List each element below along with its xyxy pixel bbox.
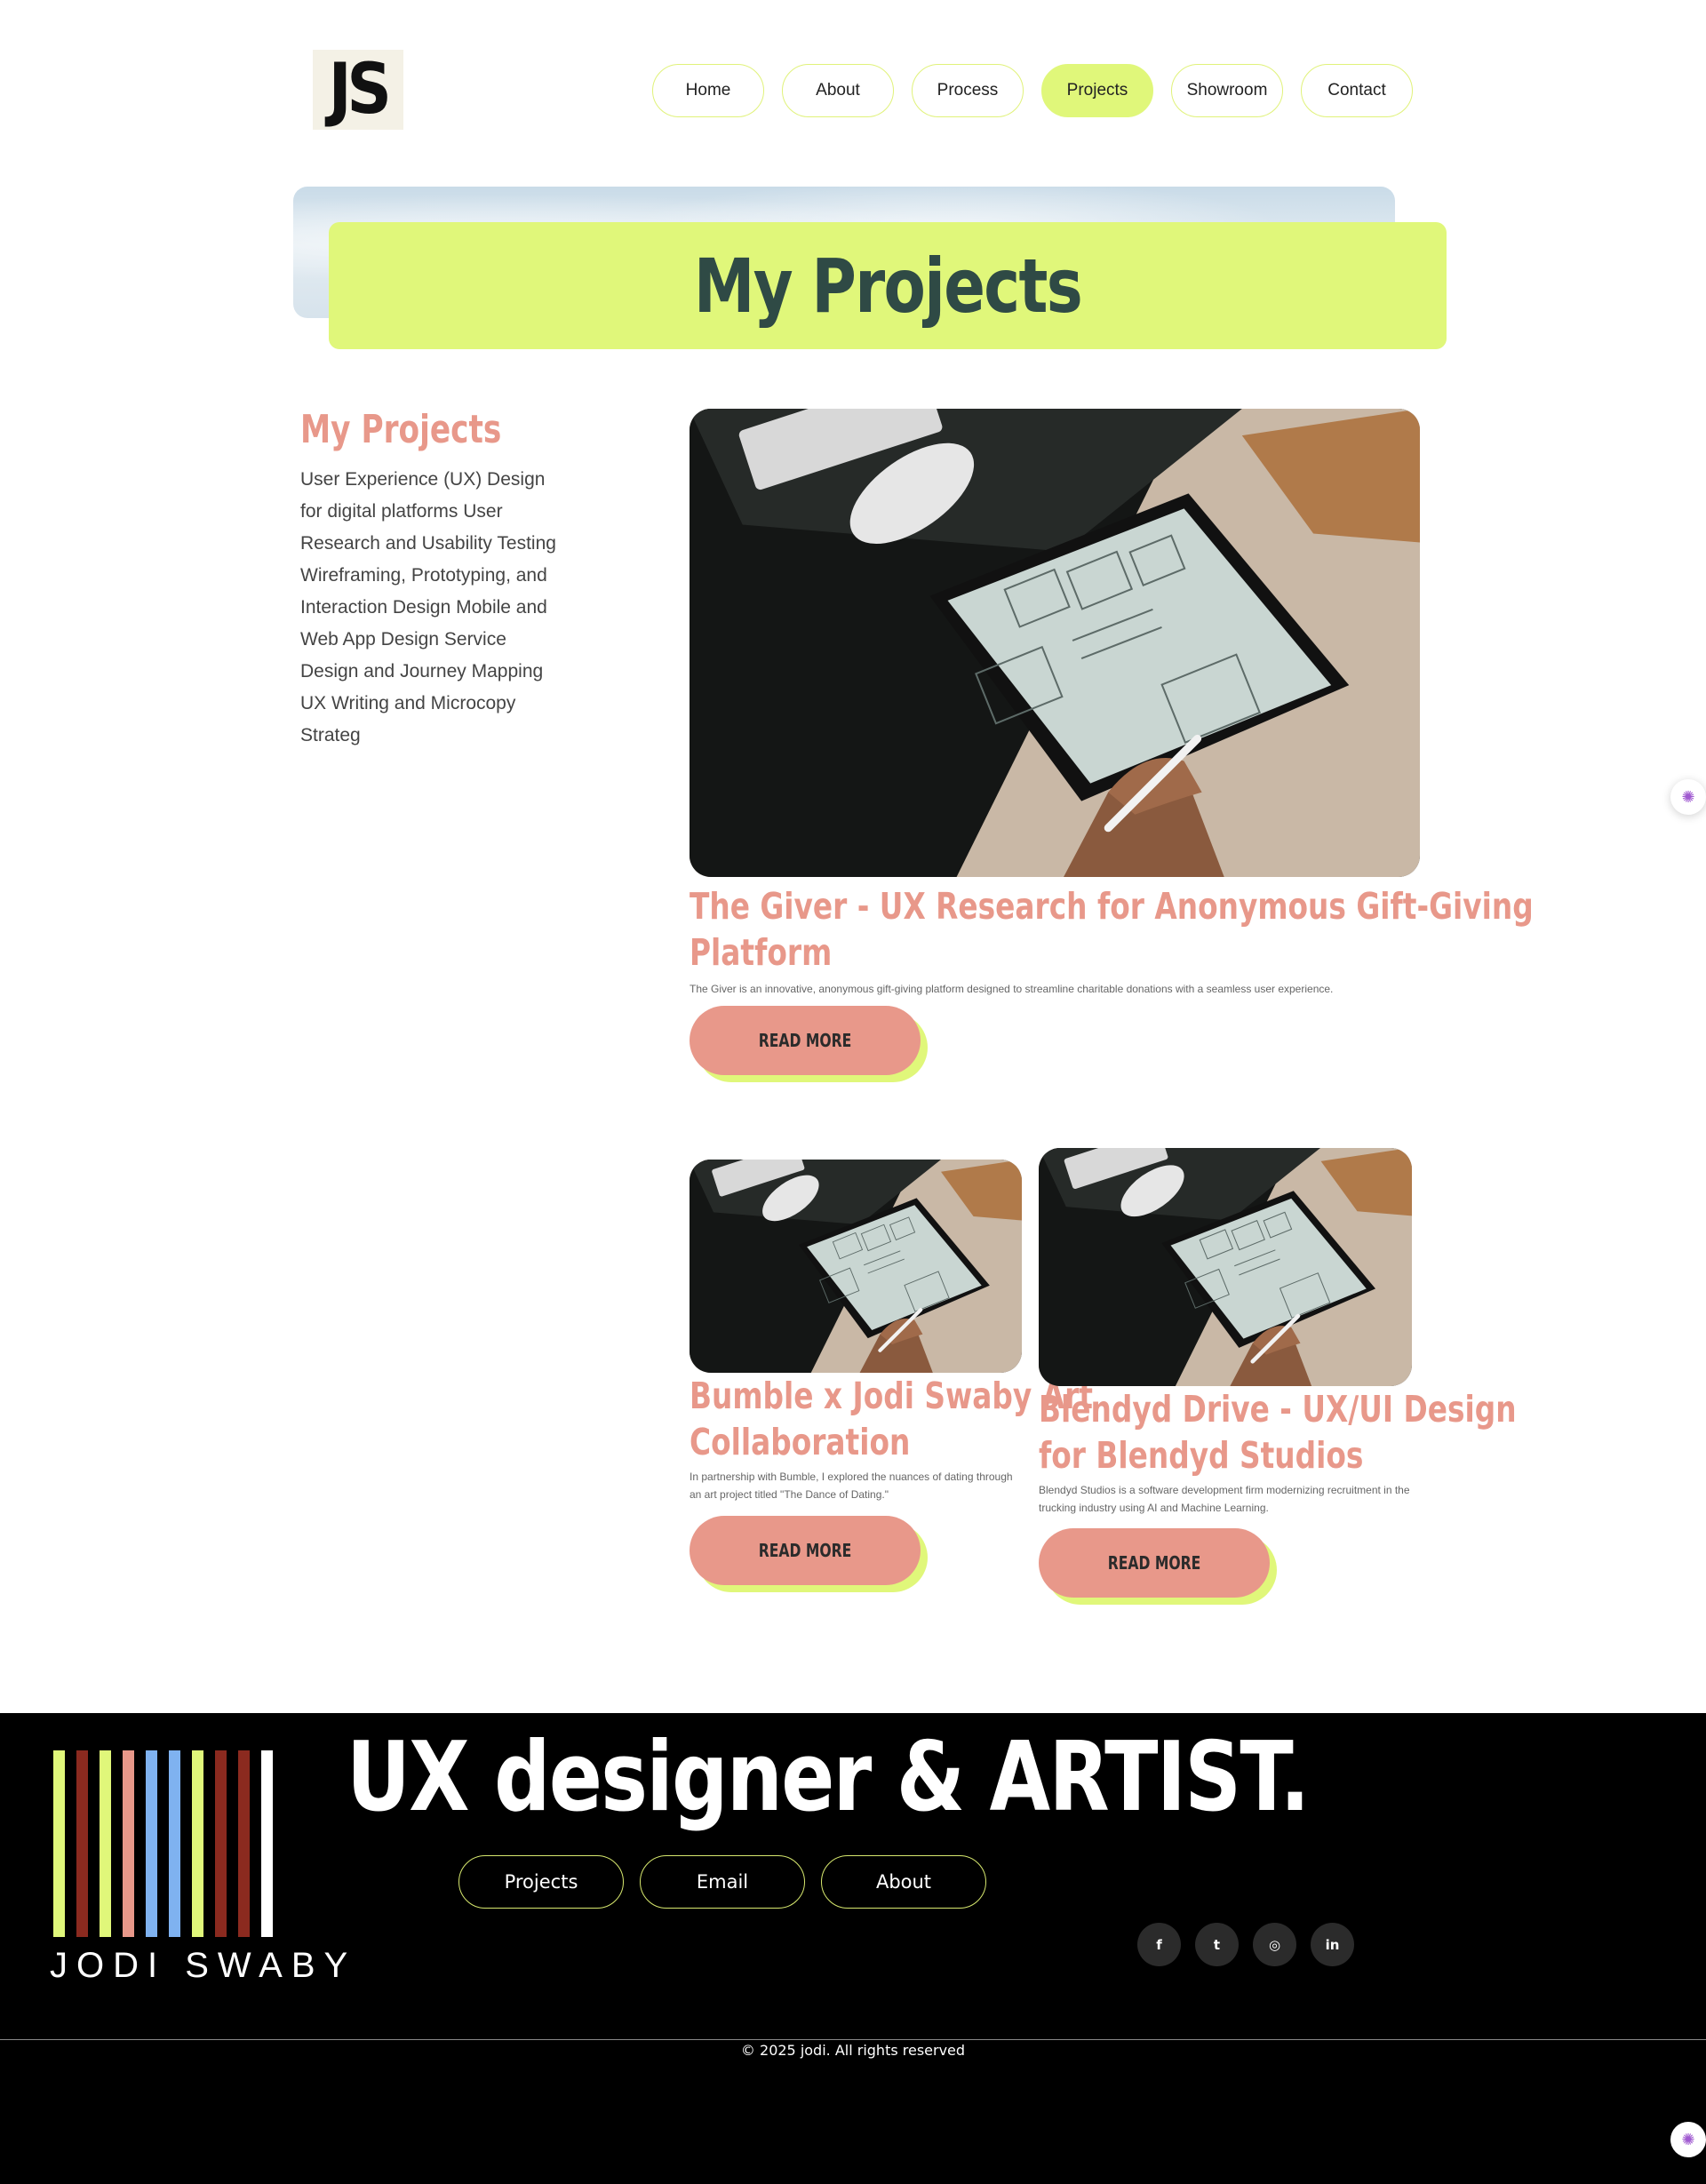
project-giver-description: The Giver is an innovative, anonymous gi… bbox=[690, 983, 1334, 995]
footer-link-about[interactable]: About bbox=[821, 1855, 986, 1909]
instagram-icon[interactable]: ◎ bbox=[1253, 1923, 1296, 1966]
brand-stripe bbox=[261, 1750, 273, 1937]
hero-banner: My Projects bbox=[329, 222, 1447, 349]
project-blendyd-description-line2: trucking industry using AI and Machine L… bbox=[1039, 1502, 1269, 1514]
nav-process[interactable]: Process bbox=[912, 64, 1024, 117]
project-bumble-description-line2: an art project titled "The Dance of Dati… bbox=[690, 1488, 889, 1501]
read-more-label: READ MORE bbox=[758, 1540, 852, 1561]
nav-contact[interactable]: Contact bbox=[1301, 64, 1413, 117]
nav-home[interactable]: Home bbox=[652, 64, 764, 117]
project-bumble-title-line1: Bumble x Jodi Swaby Art bbox=[690, 1375, 1093, 1417]
brand-stripe bbox=[238, 1750, 250, 1937]
project-blendyd-description-line1: Blendyd Studios is a software developmen… bbox=[1039, 1484, 1410, 1496]
project-giver-title-line2: Platform bbox=[690, 931, 833, 974]
brain-icon: ✺ bbox=[1681, 2130, 1695, 2148]
read-more-label: READ MORE bbox=[1107, 1552, 1201, 1574]
project-bumble-photo bbox=[690, 1160, 1022, 1373]
copyright-text: © 2025 jodi. All rights reserved bbox=[740, 2042, 966, 2059]
brand-stripe bbox=[169, 1750, 180, 1937]
social-links: f t ◎ in bbox=[1137, 1923, 1354, 1966]
read-more-label: READ MORE bbox=[758, 1030, 852, 1051]
nav-showroom[interactable]: Showroom bbox=[1171, 64, 1283, 117]
button-face: READ MORE bbox=[1039, 1528, 1270, 1598]
project-giver-image[interactable] bbox=[690, 409, 1420, 877]
brand-stripe bbox=[192, 1750, 203, 1937]
project-blendyd-description: Blendyd Studios is a software developmen… bbox=[1039, 1481, 1421, 1517]
nav-about[interactable]: About bbox=[782, 64, 894, 117]
project-blendyd-image[interactable] bbox=[1039, 1148, 1412, 1386]
project-giver-title[interactable]: The Giver - UX Research for Anonymous Gi… bbox=[690, 883, 1534, 976]
logo-text: JS bbox=[329, 50, 392, 130]
site-logo[interactable]: JS bbox=[313, 50, 403, 130]
project-blendyd-photo bbox=[1039, 1148, 1412, 1386]
brand-stripe bbox=[100, 1750, 111, 1937]
footer-brand-name: JODI SWABY bbox=[50, 1946, 357, 1985]
project-giver-photo bbox=[690, 409, 1420, 877]
sidebar-title: My Projects bbox=[300, 407, 502, 452]
brand-stripe bbox=[76, 1750, 88, 1937]
facebook-icon[interactable]: f bbox=[1137, 1923, 1181, 1966]
project-blendyd-title-line1: Blendyd Drive - UX/UI Design bbox=[1039, 1388, 1517, 1431]
brain-icon: ✺ bbox=[1681, 787, 1695, 806]
footer-link-email[interactable]: Email bbox=[640, 1855, 805, 1909]
floating-assistant-button-bottom[interactable]: ✺ bbox=[1670, 2122, 1706, 2157]
sidebar-services-text: User Experience (UX) Design for digital … bbox=[300, 469, 556, 745]
page-title: My Projects bbox=[693, 242, 1083, 330]
twitter-icon[interactable]: t bbox=[1195, 1923, 1239, 1966]
brand-stripes-logo bbox=[53, 1750, 273, 1937]
project-bumble-title[interactable]: Bumble x Jodi Swaby Art Collaboration bbox=[690, 1373, 1093, 1465]
project-giver-title-line1: The Giver - UX Research for Anonymous Gi… bbox=[690, 885, 1534, 928]
brand-stripe bbox=[53, 1750, 65, 1937]
project-giver-read-more-button[interactable]: READ MORE bbox=[690, 1006, 928, 1082]
nav-projects[interactable]: Projects bbox=[1041, 64, 1153, 117]
button-face: READ MORE bbox=[690, 1006, 921, 1075]
project-bumble-image[interactable] bbox=[690, 1160, 1022, 1373]
brand-stripe bbox=[215, 1750, 227, 1937]
project-blendyd-title-line2: for Blendyd Studios bbox=[1039, 1434, 1364, 1477]
main-nav: Home About Process Projects Showroom Con… bbox=[652, 64, 1413, 117]
footer-headline: UX designer & ARTIST. bbox=[347, 1722, 1310, 1833]
project-blendyd-read-more-button[interactable]: READ MORE bbox=[1039, 1528, 1277, 1605]
footer-links: Projects Email About bbox=[458, 1855, 986, 1909]
linkedin-icon[interactable]: in bbox=[1311, 1923, 1354, 1966]
project-blendyd-title[interactable]: Blendyd Drive - UX/UI Design for Blendyd… bbox=[1039, 1386, 1517, 1479]
project-bumble-description-line1: In partnership with Bumble, I explored t… bbox=[690, 1471, 1013, 1483]
project-bumble-read-more-button[interactable]: READ MORE bbox=[690, 1516, 928, 1592]
brand-stripe bbox=[123, 1750, 134, 1937]
button-face: READ MORE bbox=[690, 1516, 921, 1585]
brand-stripe bbox=[146, 1750, 157, 1937]
project-bumble-description: In partnership with Bumble, I explored t… bbox=[690, 1468, 1027, 1503]
footer-link-projects[interactable]: Projects bbox=[458, 1855, 624, 1909]
project-bumble-title-line2: Collaboration bbox=[690, 1421, 911, 1463]
footer-divider bbox=[0, 2039, 1706, 2040]
floating-assistant-button[interactable]: ✺ bbox=[1670, 779, 1706, 815]
